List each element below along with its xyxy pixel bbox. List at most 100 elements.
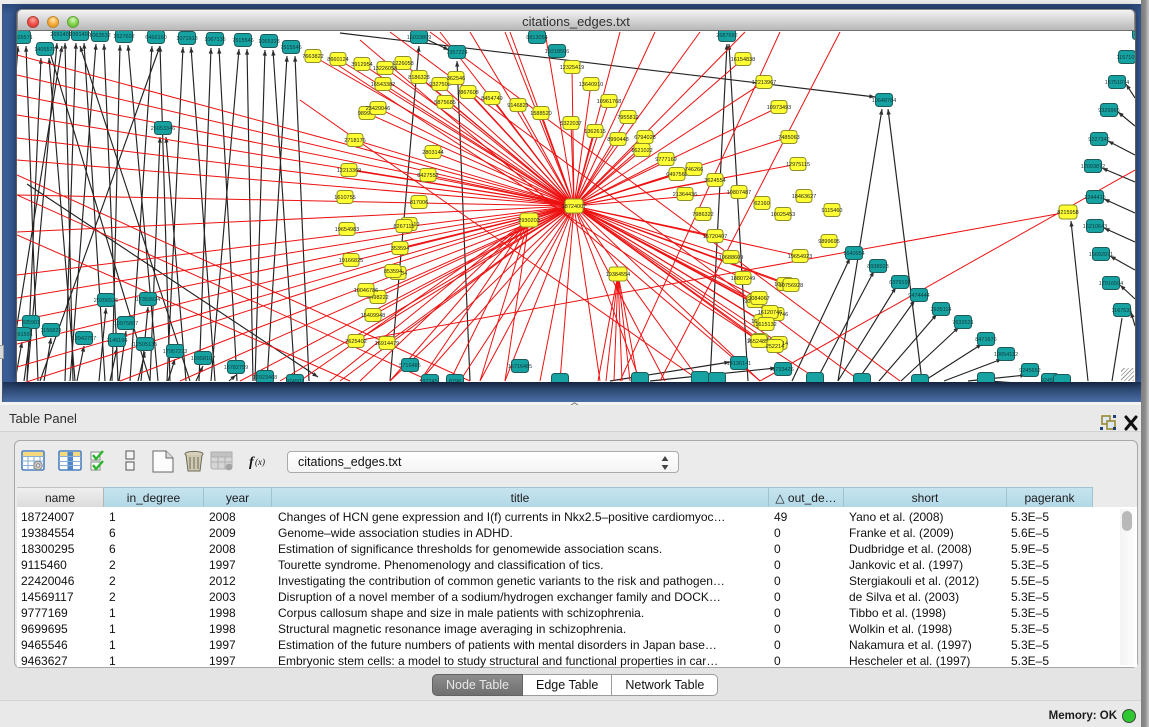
svg-text:16033809: 16033809 — [407, 35, 431, 41]
svg-text:16782759: 16782759 — [224, 365, 248, 371]
svg-text:362546: 362546 — [447, 76, 465, 82]
svg-text:62160: 62160 — [754, 201, 769, 207]
svg-text:9227342: 9227342 — [1088, 137, 1109, 143]
svg-text:746266: 746266 — [685, 167, 703, 173]
svg-text:10648784: 10648784 — [872, 98, 896, 104]
svg-text:12213967: 12213967 — [752, 80, 776, 86]
svg-text:7663822: 7663822 — [302, 54, 323, 60]
svg-text:8267115: 8267115 — [393, 224, 414, 230]
svg-text:10025453: 10025453 — [771, 212, 795, 218]
svg-text:2718176: 2718176 — [344, 138, 365, 144]
svg-text:6794028: 6794028 — [634, 135, 655, 141]
svg-text:12325419: 12325419 — [560, 65, 584, 71]
svg-text:1157107: 1157107 — [1116, 55, 1135, 61]
svg-text:3912954: 3912954 — [351, 62, 372, 68]
svg-text:9474444: 9474444 — [908, 293, 929, 299]
svg-text:10807487: 10807487 — [727, 190, 751, 196]
svg-text:12505135: 12505135 — [133, 342, 157, 348]
svg-text:9146821: 9146821 — [507, 103, 528, 109]
svg-text:2867608: 2867608 — [457, 90, 478, 96]
svg-text:7485063: 7485063 — [778, 135, 799, 141]
svg-text:252214: 252214 — [766, 344, 784, 350]
svg-text:19166825: 19166825 — [339, 258, 363, 264]
svg-text:8938923: 8938923 — [867, 264, 888, 270]
svg-text:8186328: 8186328 — [408, 75, 429, 81]
svg-text:9327508: 9327508 — [429, 82, 450, 88]
svg-text:15716485: 15716485 — [508, 364, 532, 370]
svg-text:19654923: 19654923 — [788, 254, 812, 260]
svg-text:8215958: 8215958 — [1057, 210, 1078, 216]
svg-text:8990448: 8990448 — [607, 137, 628, 143]
svg-text:21364436: 21364436 — [673, 192, 697, 198]
svg-text:10973493: 10973493 — [767, 105, 791, 111]
svg-text:17957223: 17957223 — [163, 349, 187, 355]
svg-text:9329966: 9329966 — [1098, 108, 1119, 114]
svg-text:9777169: 9777169 — [655, 157, 676, 163]
svg-text:5322037: 5322037 — [560, 121, 581, 127]
svg-text:12923468: 12923468 — [253, 375, 277, 381]
svg-text:18463627: 18463627 — [792, 194, 816, 200]
svg-text:12093872: 12093872 — [1081, 164, 1105, 170]
svg-text:17359924: 17359924 — [136, 297, 160, 303]
svg-text:1588520: 1588520 — [530, 111, 551, 117]
svg-text:1167531: 1167531 — [1111, 308, 1132, 314]
svg-text:5875685: 5875685 — [434, 100, 455, 106]
svg-text:23420046: 23420046 — [366, 106, 390, 112]
svg-text:1405571: 1405571 — [17, 35, 33, 41]
svg-text:15409948: 15409948 — [361, 313, 385, 319]
svg-text:26053346: 26053346 — [151, 126, 175, 132]
svg-text:1733426: 1733426 — [772, 367, 793, 373]
svg-text:1244415: 1244415 — [1084, 195, 1105, 201]
svg-text:8813054: 8813054 — [526, 35, 547, 41]
svg-text:835901: 835901 — [22, 320, 40, 326]
svg-text:9245652: 9245652 — [1019, 368, 1040, 374]
svg-text:12213369: 12213369 — [337, 168, 361, 174]
svg-text:16210643: 16210643 — [1083, 224, 1107, 230]
svg-text:3624554: 3624554 — [704, 178, 725, 184]
svg-text:853594: 853594 — [384, 269, 402, 275]
svg-text:97245: 97245 — [422, 379, 437, 382]
svg-text:817006: 817006 — [410, 200, 428, 206]
svg-text:18807249: 18807249 — [731, 276, 755, 282]
svg-text:2935114: 2935114 — [930, 307, 951, 313]
svg-text:15692971: 15692971 — [1089, 252, 1113, 258]
svg-text:7955812: 7955812 — [617, 115, 638, 121]
svg-text:8660124: 8660124 — [327, 57, 348, 63]
svg-text:12975115: 12975115 — [786, 162, 810, 168]
svg-text:1063532: 1063532 — [89, 33, 110, 39]
svg-text:17016504: 17016504 — [1099, 281, 1123, 287]
svg-text:11122: 11122 — [1134, 31, 1135, 37]
svg-text:10961768: 10961768 — [597, 99, 621, 105]
svg-text:10046786: 10046786 — [354, 288, 378, 294]
svg-text:1362615: 1362615 — [584, 129, 605, 135]
svg-text:18724007: 18724007 — [562, 204, 586, 210]
svg-text:1065328: 1065328 — [258, 39, 279, 45]
svg-text:19384554: 19384554 — [606, 272, 630, 278]
svg-text:1071913: 1071913 — [176, 36, 197, 42]
svg-text:7625402: 7625402 — [345, 339, 366, 345]
svg-text:16154838: 16154838 — [731, 57, 755, 63]
svg-text:7515546: 7515546 — [280, 45, 301, 51]
svg-text:1621022: 1621022 — [631, 148, 652, 154]
svg-text:20206526: 20206526 — [94, 298, 118, 304]
svg-text:10688609: 10688609 — [719, 255, 743, 261]
svg-text:8471676: 8471676 — [975, 337, 996, 343]
svg-text:9084067: 9084067 — [748, 296, 769, 302]
svg-text:13640910: 13640910 — [579, 82, 603, 88]
svg-text:7357224: 7357224 — [446, 50, 467, 56]
svg-text:16543382: 16543382 — [371, 82, 395, 88]
svg-text:16120746: 16120746 — [758, 310, 782, 316]
svg-text:1405572: 1405572 — [34, 47, 55, 53]
svg-text:6379197: 6379197 — [889, 280, 910, 286]
svg-text:10958107: 10958107 — [191, 356, 215, 362]
svg-text:1067135: 1067135 — [204, 37, 225, 43]
svg-text:7632621: 7632621 — [952, 320, 973, 326]
svg-text:13226058: 13226058 — [373, 66, 397, 72]
svg-text:1145194: 1145194 — [106, 338, 127, 344]
svg-text:14136141: 14136141 — [727, 361, 751, 367]
svg-text:15751074: 15751074 — [1105, 80, 1129, 86]
svg-text:1615132: 1615132 — [755, 322, 776, 328]
svg-text:2803144: 2803144 — [422, 150, 443, 156]
svg-text:39159: 39159 — [17, 332, 30, 338]
svg-text:19218506: 19218506 — [545, 49, 569, 55]
